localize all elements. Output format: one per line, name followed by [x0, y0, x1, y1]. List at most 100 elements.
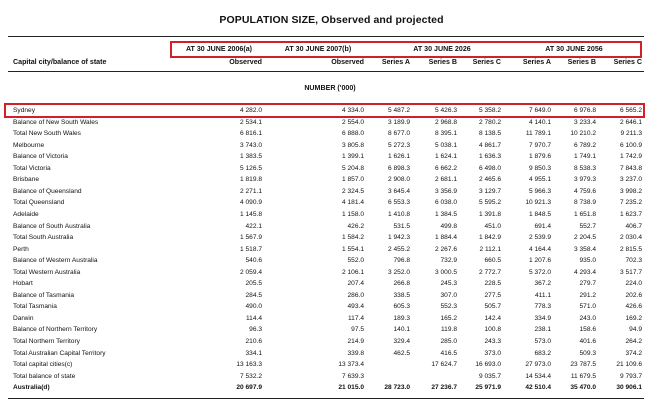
row-label: Total capital cities(c) — [13, 361, 73, 369]
table-cell: 4 164.4 — [529, 245, 551, 253]
table-cell: 1 742.9 — [620, 153, 642, 161]
table-cell: 10 210.2 — [570, 130, 596, 138]
col-header-series-a-2026: Series A — [381, 58, 410, 66]
table-cell: 1 879.6 — [529, 153, 551, 161]
table-cell: 4 181.4 — [342, 199, 364, 207]
table-cell: 334.9 — [534, 314, 551, 322]
table-cell: 2 271.1 — [240, 187, 262, 195]
table-cell: 660.5 — [484, 257, 501, 265]
table-row: Total capital cities(c) 13 163.3 13 373.4 1… — [0, 360, 663, 369]
row-label: Total Victoria — [13, 164, 51, 172]
table-row: Balance of South Australia 422.1 426.2 531.… — [0, 222, 663, 231]
table-cell: 571.0 — [579, 303, 596, 311]
table-cell: 9 211.3 — [620, 130, 642, 138]
table-row: Total Queensland 4 090.9 4 181.4 6 553.3 6 0… — [0, 198, 663, 207]
table-cell: 3 237.0 — [620, 176, 642, 184]
table-cell: 702.3 — [625, 257, 642, 265]
table-cell: 3 979.3 — [574, 176, 596, 184]
table-row: Sydney 4 282.0 4 334.0 5 487.2 5 426.3 5 358.… — [0, 106, 663, 115]
table-cell: 4 955.1 — [529, 176, 551, 184]
table-cell: 1 207.6 — [529, 257, 551, 265]
table-cell: 8 138.5 — [479, 130, 501, 138]
table-cell: 8 677.0 — [388, 130, 410, 138]
table-row: Balance of Tasmania 284.5 286.0 338.5 307.0 2… — [0, 291, 663, 300]
row-label: Balance of Tasmania — [13, 291, 75, 299]
table-cell: 169.2 — [625, 314, 642, 322]
col-header-series-c-2026: Series C — [472, 58, 501, 66]
header-rule — [8, 71, 644, 72]
row-label: Sydney — [13, 107, 35, 114]
table-cell: 462.5 — [393, 349, 410, 357]
table-cell: 6 498.0 — [479, 164, 501, 172]
table-cell: 2 646.1 — [620, 118, 642, 126]
table-cell: 2 267.6 — [435, 245, 457, 253]
header-highlight-box — [170, 41, 642, 58]
table-row: Total New South Wales 6 816.1 6 888.0 8 677… — [0, 129, 663, 138]
table-cell: 10 921.3 — [525, 199, 551, 207]
table-cell: 683.2 — [534, 349, 551, 357]
table-row: Total South Australia 1 567.9 1 584.2 1 942… — [0, 233, 663, 242]
col-header-observed-2007: Observed — [331, 58, 364, 66]
table-cell: 202.6 — [625, 291, 642, 299]
col-header-series-b-2056: Series B — [567, 58, 596, 66]
table-cell: 6 898.3 — [388, 164, 410, 172]
table-row: Australia(d) 20 697.9 21 015.0 28 723.0 27 2… — [0, 383, 663, 392]
table-cell: 338.5 — [393, 291, 410, 299]
table-cell: 2 780.2 — [479, 118, 501, 126]
table-cell: 285.0 — [440, 338, 457, 345]
row-label: Brisbane — [13, 176, 40, 184]
table-cell: 509.3 — [579, 349, 596, 357]
table-cell: 14 534.4 — [525, 372, 551, 380]
table-cell: 6 816.1 — [240, 130, 262, 138]
table-cell: 451.0 — [484, 222, 501, 230]
table-cell: 490.0 — [245, 303, 262, 311]
table-cell: 189.3 — [393, 314, 410, 322]
table-cell: 1 636.3 — [479, 153, 501, 161]
table-cell: 27 973.0 — [525, 361, 551, 369]
table-cell: 3 358.4 — [574, 245, 596, 253]
row-label: Perth — [13, 245, 29, 253]
table-cell: 214.9 — [347, 338, 364, 345]
table-row: Total Western Australia 2 059.4 2 106.1 3 2… — [0, 268, 663, 277]
table-cell: 243.3 — [484, 338, 501, 345]
table-cell: 5 595.2 — [479, 199, 501, 207]
table-cell: 1 819.8 — [240, 176, 262, 184]
table-cell: 732.9 — [440, 257, 457, 265]
table-row: Total Australian Capital Territory 334.1 3… — [0, 349, 663, 358]
table-cell: 224.0 — [625, 280, 642, 288]
row-label: Hobart — [13, 280, 33, 288]
table-cell: 30 906.1 — [616, 384, 642, 392]
table-cell: 1 626.1 — [388, 153, 410, 161]
row-label: Darwin — [13, 314, 34, 322]
table-cell: 284.5 — [245, 291, 262, 299]
table-row: Balance of Victoria 1 383.5 1 399.1 1 626.1… — [0, 152, 663, 161]
table-cell: 3 998.2 — [620, 187, 642, 195]
table-cell: 2 465.6 — [479, 176, 501, 184]
table-cell: 339.8 — [347, 349, 364, 357]
table-cell: 1 554.1 — [342, 245, 364, 253]
table-cell: 2 772.7 — [479, 268, 501, 276]
table-cell: 1 399.1 — [342, 153, 364, 161]
table-cell: 1 158.0 — [342, 210, 364, 218]
table-cell: 11 789.1 — [525, 130, 551, 138]
col-header-series-c-2056: Series C — [613, 58, 642, 66]
bottom-rule — [8, 398, 644, 399]
table-cell: 935.0 — [579, 257, 596, 265]
table-cell: 691.4 — [534, 222, 551, 230]
table-cell: 140.1 — [393, 326, 410, 334]
row-label: Balance of Victoria — [13, 153, 68, 161]
table-cell: 96.3 — [249, 326, 262, 334]
table-cell: 23 787.5 — [570, 361, 596, 369]
table-row: Perth 1 518.7 1 554.1 2 455.2 2 267.6 2 112.1… — [0, 245, 663, 254]
table-cell: 422.1 — [245, 222, 262, 230]
table-cell: 7 649.0 — [529, 107, 551, 114]
table-cell: 6 888.0 — [342, 130, 364, 138]
table-cell: 207.4 — [347, 280, 364, 288]
table-cell: 2 455.2 — [388, 245, 410, 253]
table-cell: 411.1 — [534, 291, 551, 299]
table-row: Melbourne 3 743.0 3 805.8 5 272.3 5 038.1 4 8… — [0, 141, 663, 150]
table-cell: 3 517.7 — [620, 268, 642, 276]
table-cell: 1 651.8 — [574, 210, 596, 218]
table-cell: 3 000.5 — [435, 268, 457, 276]
table-title: POPULATION SIZE, Observed and projected — [219, 14, 444, 26]
